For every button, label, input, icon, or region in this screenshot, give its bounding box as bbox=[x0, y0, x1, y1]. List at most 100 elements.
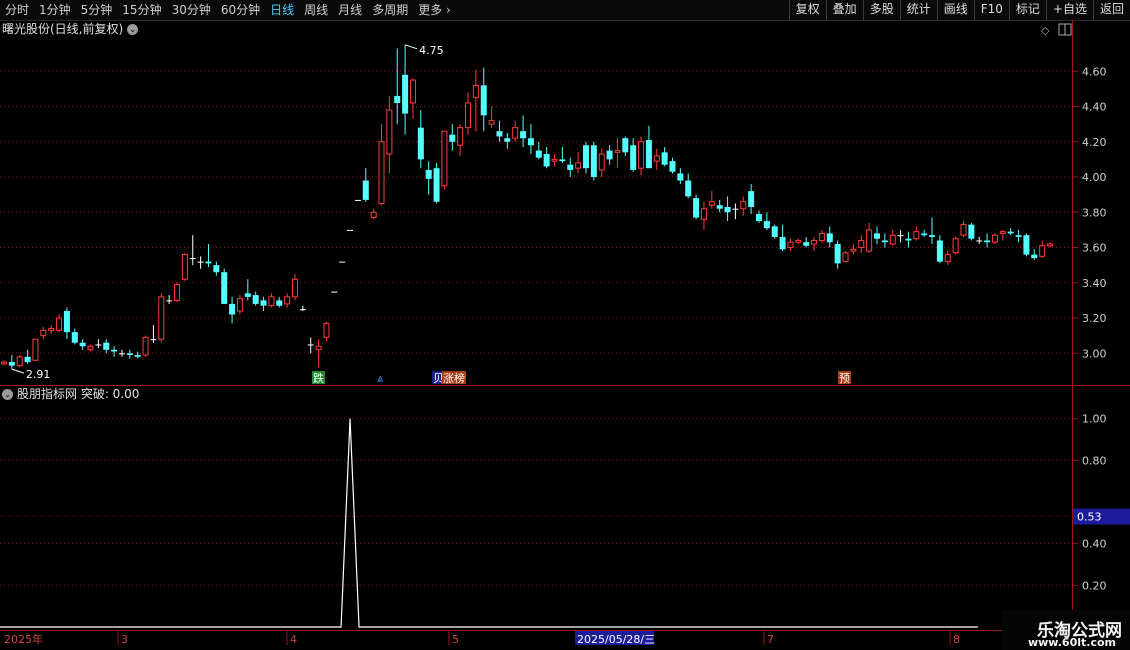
watermark-url: www.60lt.com bbox=[1027, 636, 1116, 649]
toolbar-button-6[interactable]: 标记 bbox=[1008, 0, 1046, 20]
candle-body bbox=[150, 339, 157, 341]
candle-body bbox=[189, 258, 196, 260]
candle-body bbox=[559, 159, 566, 162]
period-tab-0[interactable]: 分时 bbox=[0, 0, 34, 20]
candle-body bbox=[858, 239, 865, 249]
candle-body bbox=[716, 205, 723, 209]
stock-title: 曙光股份(日线,前复权) bbox=[2, 22, 124, 36]
period-tab-6[interactable]: 日线 bbox=[265, 0, 299, 20]
candle-body bbox=[653, 155, 660, 162]
fall-marker-bg bbox=[312, 371, 325, 384]
chevron-down-icon[interactable]: ⌄ bbox=[2, 388, 13, 400]
low-price-label: 2.91 bbox=[26, 368, 51, 381]
candle-body bbox=[504, 138, 511, 142]
candle-body bbox=[103, 342, 110, 350]
candle-body bbox=[575, 162, 582, 169]
candle-body bbox=[976, 240, 983, 242]
candle-body bbox=[1, 361, 7, 365]
candle-body bbox=[803, 242, 810, 246]
rise-rank-marker: 涨榜 bbox=[443, 371, 465, 385]
candle-body bbox=[850, 248, 857, 252]
candle-body bbox=[520, 131, 527, 139]
candle-body bbox=[331, 291, 338, 293]
price-tick-label: 3.00 bbox=[1082, 347, 1107, 360]
toolbar-button-2[interactable]: 多股 bbox=[862, 0, 900, 20]
toolbar-button-8[interactable]: 返回 bbox=[1092, 0, 1130, 20]
candle-body bbox=[598, 153, 605, 171]
watermark: 乐淘公式网 www.60lt.com bbox=[1002, 610, 1130, 650]
candle-body bbox=[756, 214, 763, 222]
candle-body bbox=[999, 231, 1006, 234]
candle-body bbox=[1015, 235, 1022, 237]
candle-body bbox=[1039, 245, 1046, 257]
period-tab-2[interactable]: 5分钟 bbox=[76, 0, 118, 20]
candle-body bbox=[834, 243, 841, 264]
period-tab-5[interactable]: 60分钟 bbox=[216, 0, 265, 20]
indicator-line bbox=[0, 418, 978, 628]
toolbar-button-3[interactable]: 统计 bbox=[899, 0, 937, 20]
indicator-tick-label: 0.40 bbox=[1082, 538, 1107, 551]
candle-body bbox=[291, 278, 298, 298]
period-tab-10[interactable]: 更多 › bbox=[413, 0, 456, 20]
candle-body bbox=[347, 229, 354, 231]
candle-body bbox=[551, 158, 558, 162]
candle-body bbox=[386, 109, 393, 155]
candle-body bbox=[661, 152, 668, 165]
price-tick-label: 4.20 bbox=[1082, 136, 1107, 149]
candle-body bbox=[1031, 254, 1038, 259]
candle-body bbox=[614, 150, 621, 153]
candle-body bbox=[693, 198, 700, 218]
chevron-down-icon[interactable]: ⌄ bbox=[127, 23, 139, 35]
candle-body bbox=[174, 284, 181, 301]
panel-toggle-icon bbox=[1058, 23, 1072, 36]
period-tab-9[interactable]: 多周期 bbox=[367, 0, 413, 20]
period-tab-3[interactable]: 15分钟 bbox=[117, 0, 166, 20]
candle-body bbox=[24, 356, 31, 363]
indicator-title-bar: ⌄ 股朋指标网 突破: 0.00 bbox=[2, 386, 139, 402]
candlestick-chart[interactable]: 4.60 4.40 4.20 4.00 3.80 3.60 3.40 3.20 3.00 1.00… bbox=[0, 0, 1130, 650]
toolbar-button-5[interactable]: F10 bbox=[973, 0, 1009, 20]
toolbar-button-1[interactable]: 叠加 bbox=[825, 0, 863, 20]
cursor-value-label: 0.53 bbox=[1077, 511, 1102, 524]
candle-body bbox=[543, 154, 550, 167]
candle-body bbox=[32, 338, 39, 361]
rise-rank-marker-bg bbox=[442, 371, 466, 384]
candle-body bbox=[488, 120, 495, 125]
candle-body bbox=[669, 161, 676, 172]
candle-body bbox=[700, 208, 707, 220]
candle-body bbox=[56, 317, 63, 331]
candle-body bbox=[417, 127, 424, 160]
candle-body bbox=[323, 322, 330, 338]
candle-body bbox=[826, 233, 833, 243]
stock-title-bar: 曙光股份(日线,前复权) ⌄ bbox=[2, 21, 139, 37]
period-tabs: 分时 1分钟 5分钟 15分钟 30分钟 60分钟 日线 周线 月线 多周期 更多 › bbox=[0, 0, 456, 20]
candle-body bbox=[79, 342, 86, 347]
toolbar-button-0[interactable]: 复权 bbox=[788, 0, 826, 20]
candle-body bbox=[299, 309, 306, 311]
date-year-label: 2025年 bbox=[4, 632, 43, 646]
candle-body bbox=[126, 353, 133, 356]
candle-body bbox=[87, 345, 94, 351]
candle-body bbox=[567, 164, 574, 170]
month-label: 4 bbox=[290, 633, 297, 646]
period-tab-1[interactable]: 1分钟 bbox=[34, 0, 76, 20]
price-tick-label: 4.60 bbox=[1082, 65, 1107, 78]
candle-body bbox=[260, 300, 267, 306]
toolbar-button-4[interactable]: 画线 bbox=[936, 0, 974, 20]
candle-body bbox=[111, 349, 118, 352]
candle-body bbox=[378, 141, 385, 204]
toolbar-button-7[interactable]: +自选 bbox=[1045, 0, 1093, 20]
period-tab-8[interactable]: 月线 bbox=[333, 0, 367, 20]
candle-body bbox=[677, 173, 684, 181]
candle-body bbox=[929, 235, 936, 237]
cursor-value-box bbox=[1073, 508, 1130, 525]
period-tab-7[interactable]: 周线 bbox=[299, 0, 333, 20]
candle-body bbox=[905, 238, 912, 241]
candle-body bbox=[402, 74, 409, 114]
period-tab-4[interactable]: 30分钟 bbox=[167, 0, 216, 20]
candle-body bbox=[638, 141, 645, 169]
price-tick-label: 3.40 bbox=[1082, 277, 1107, 290]
toolbar-buttons: 复权 叠加 多股 统计 画线 F10 标记 +自选 返回 bbox=[788, 0, 1130, 20]
diamond-icon: ◇ bbox=[1041, 24, 1050, 37]
candle-body bbox=[590, 145, 597, 178]
